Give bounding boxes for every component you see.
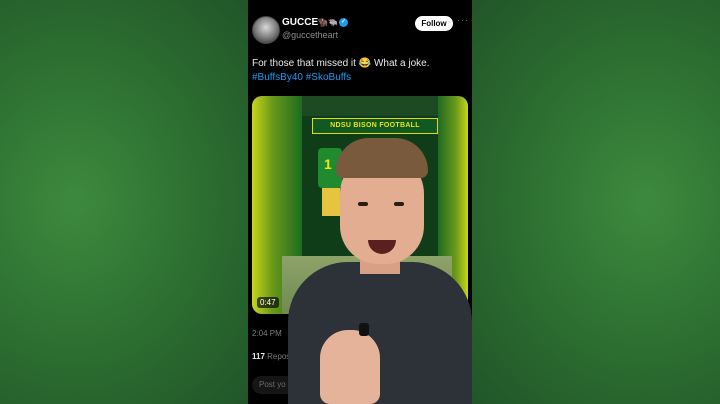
post-card: GUCCE🦬🐃 ✓ @guccetheart Follow ··· For tho… — [248, 0, 472, 404]
verified-badge-icon: ✓ — [339, 17, 349, 27]
name-emojis: 🦬🐃 — [318, 18, 339, 27]
background-right — [472, 0, 720, 404]
microphone-icon — [359, 323, 369, 336]
tunnel-sign: NDSU BISON FOOTBALL — [312, 118, 438, 134]
person-hair — [336, 138, 428, 178]
display-name[interactable]: GUCCE🦬🐃 ✓ — [282, 17, 349, 28]
tunnel-ceiling — [292, 96, 442, 116]
handle[interactable]: @guccetheart — [282, 30, 338, 40]
player-pants — [322, 188, 340, 216]
reposts-label: Repos — [267, 352, 291, 361]
post-text: For those that missed it 😂 What a joke. … — [252, 57, 467, 85]
video-duration: 0:47 — [257, 297, 279, 308]
post-body: For those that missed it 😂 What a joke. — [252, 58, 430, 69]
person-hand — [320, 330, 380, 404]
person-shirt — [288, 262, 472, 404]
person-eye-left — [358, 202, 368, 206]
follow-button[interactable]: Follow — [415, 16, 453, 31]
avatar[interactable] — [252, 16, 280, 44]
reposts-stat[interactable]: 117 Repos — [252, 352, 290, 361]
display-name-text: GUCCE — [282, 17, 319, 28]
reposts-count: 117 — [252, 352, 265, 361]
hashtags[interactable]: #BuffsBy40 #SkoBuffs — [252, 71, 467, 85]
jersey-number: 1 — [324, 156, 332, 172]
more-dots-icon[interactable]: ··· — [457, 15, 469, 25]
background-left — [0, 0, 248, 404]
person-eye-right — [394, 202, 404, 206]
post-timestamp: 2:04 PM — [252, 329, 282, 338]
